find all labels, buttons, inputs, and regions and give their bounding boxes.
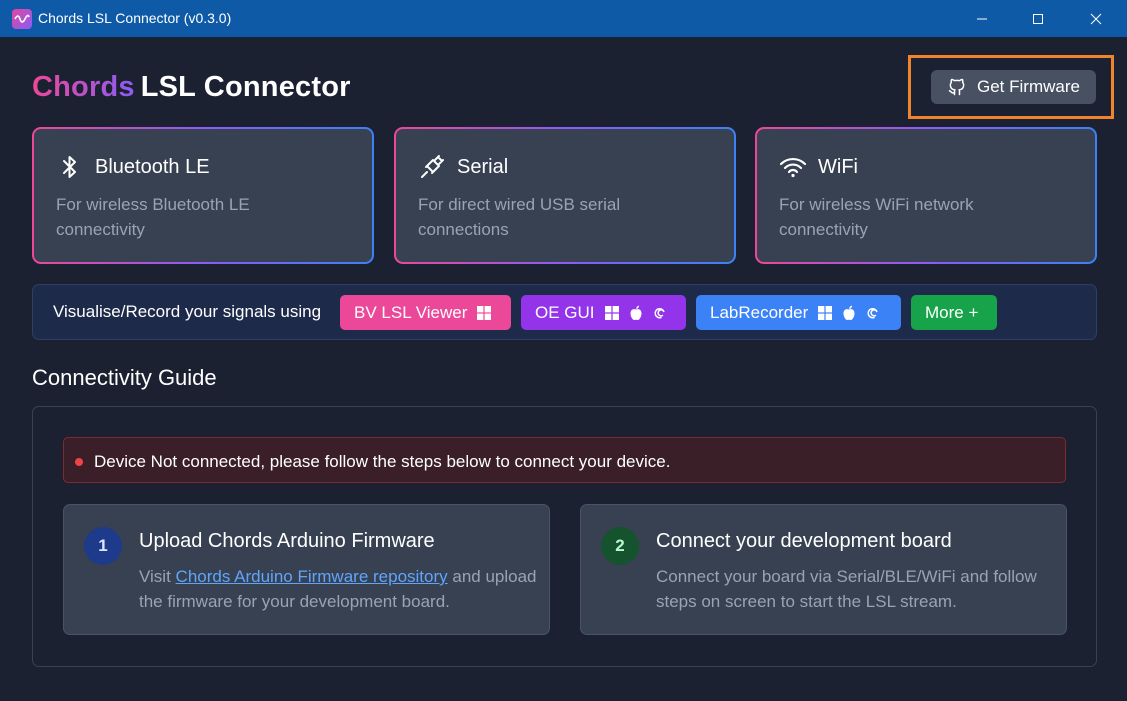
visualise-label: Visualise/Record your signals using xyxy=(53,302,322,321)
card-serial[interactable]: Serial For direct wired USB serial conne… xyxy=(394,127,736,264)
title-bar: Chords LSL Connector (v0.3.0) xyxy=(0,0,1127,37)
step-number-badge: 1 xyxy=(84,527,122,565)
card-description: For wireless WiFi network connectivity xyxy=(779,195,974,239)
app-logo-icon xyxy=(12,9,32,29)
card-wifi[interactable]: WiFi For wireless WiFi network connectiv… xyxy=(755,127,1097,264)
main-content: Chords LSL Connector Get Firmware Bluetoo… xyxy=(0,37,1127,701)
debian-icon xyxy=(653,307,665,318)
maximize-icon xyxy=(1033,13,1043,24)
windows-icon xyxy=(477,305,492,320)
window-title: Chords LSL Connector (v0.3.0) xyxy=(38,10,232,26)
windows-icon xyxy=(818,305,833,320)
app-button-label: More + xyxy=(925,302,979,322)
firmware-repository-link[interactable]: Chords Arduino Firmware repository xyxy=(176,567,448,586)
card-title: Bluetooth LE xyxy=(95,156,210,178)
app-button-label: LabRecorder xyxy=(710,302,809,322)
visualise-bar: Visualise/Record your signals using BV L… xyxy=(32,284,1097,340)
step-card-1: 1 Upload Chords Arduino Firmware Visit C… xyxy=(63,504,550,635)
labrecorder-button[interactable]: LabRecorder xyxy=(696,295,901,330)
card-title: Serial xyxy=(457,156,509,178)
github-icon xyxy=(948,78,965,96)
app-button-label: OE GUI xyxy=(535,302,595,322)
connectivity-guide-panel: Device Not connected, please follow the … xyxy=(32,406,1097,667)
get-firmware-button[interactable]: Get Firmware xyxy=(931,70,1096,104)
wifi-icon xyxy=(779,153,807,181)
alert-text: Device Not connected, please follow the … xyxy=(94,452,671,471)
step-number-badge: 2 xyxy=(601,527,639,565)
brand-chords: Chords xyxy=(32,71,135,103)
more-apps-button[interactable]: More + xyxy=(911,295,997,330)
maximize-button[interactable] xyxy=(1010,0,1066,37)
get-firmware-label: Get Firmware xyxy=(977,77,1080,96)
bluetooth-icon xyxy=(56,153,84,181)
brand-lsl-connector: LSL Connector xyxy=(140,71,351,103)
apple-icon xyxy=(843,305,855,320)
serial-plug-icon xyxy=(418,153,446,181)
step-card-2: 2 Connect your development board Connect… xyxy=(580,504,1067,635)
bv-lsl-viewer-button[interactable]: BV LSL Viewer xyxy=(340,295,511,330)
card-description: For direct wired USB serial connections xyxy=(418,195,621,239)
debian-icon xyxy=(867,307,879,318)
apple-icon xyxy=(630,305,642,320)
close-icon xyxy=(1090,13,1102,24)
brand-title: Chords LSL Connector xyxy=(32,71,351,104)
step-description: Visit Chords Arduino Firmware repository… xyxy=(139,564,539,614)
windows-icon xyxy=(604,305,619,320)
card-description: For wireless Bluetooth LE connectivity xyxy=(56,195,250,239)
oe-gui-button[interactable]: OE GUI xyxy=(521,295,686,330)
close-button[interactable] xyxy=(1068,0,1124,37)
minimize-icon xyxy=(977,18,987,19)
step-description: Connect your board via Serial/BLE/WiFi a… xyxy=(656,567,1037,611)
app-button-label: BV LSL Viewer xyxy=(354,302,468,322)
connectivity-guide-title: Connectivity Guide xyxy=(32,365,217,390)
status-dot-icon xyxy=(75,458,83,466)
minimize-button[interactable] xyxy=(954,0,1010,37)
step-title: Upload Chords Arduino Firmware xyxy=(139,530,435,552)
card-bluetooth[interactable]: Bluetooth LE For wireless Bluetooth LE c… xyxy=(32,127,374,264)
card-title: WiFi xyxy=(818,156,858,178)
connection-status-alert: Device Not connected, please follow the … xyxy=(63,437,1066,483)
step-title: Connect your development board xyxy=(656,530,952,552)
step-desc-prefix: Visit xyxy=(139,567,176,586)
